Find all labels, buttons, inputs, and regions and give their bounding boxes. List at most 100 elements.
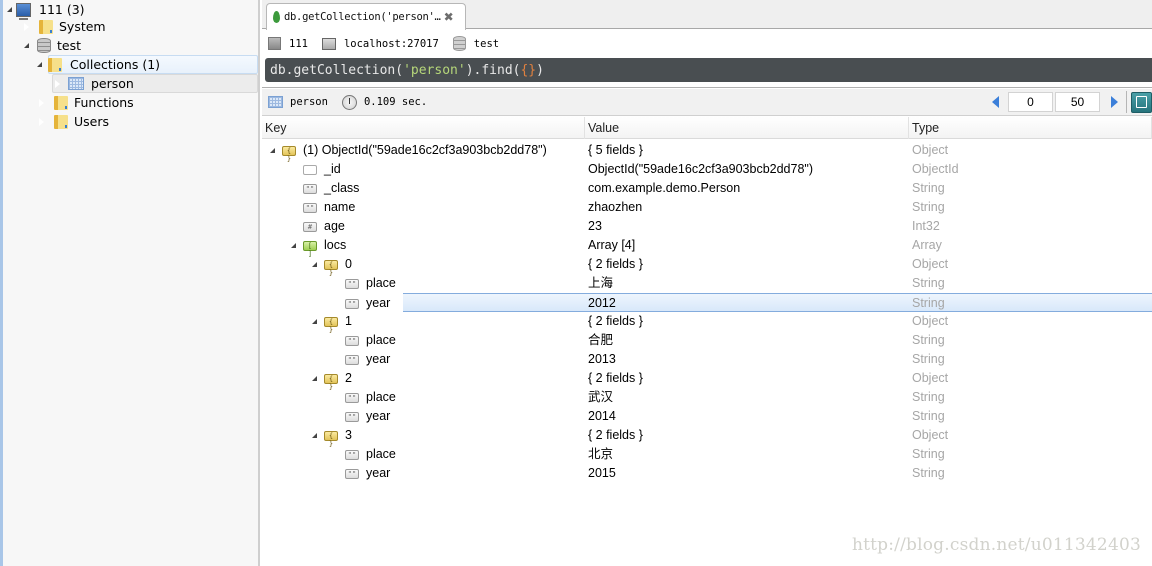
column-header-key[interactable]: Key (262, 117, 585, 139)
tree-node-collections[interactable]: Collections (1) (37, 55, 258, 74)
table-row[interactable]: "" place 北京 String (262, 445, 1152, 464)
expand-arrow-icon[interactable] (24, 43, 29, 48)
tree-node-users[interactable]: Users (38, 112, 110, 131)
column-header-value[interactable]: Value (585, 117, 909, 139)
expand-arrow-icon[interactable] (7, 7, 12, 12)
tree-node-label: test (57, 38, 82, 53)
key-cell: _id (303, 160, 341, 179)
string-icon: "" (345, 354, 359, 365)
table-row[interactable]: { } 1 { 2 fields } Object (262, 312, 1152, 334)
expand-arrow-icon[interactable] (270, 148, 275, 153)
page-start-input[interactable] (1008, 92, 1053, 112)
table-row[interactable]: "" year 2014 String (262, 407, 1152, 426)
key-cell: # age (303, 217, 345, 236)
table-row[interactable]: { } 0 { 2 fields } Object (262, 255, 1152, 277)
database-name: test (473, 37, 500, 50)
table-grid-icon (68, 77, 84, 90)
key-text: 3 (345, 428, 352, 442)
table-row[interactable]: { } 2 { 2 fields } Object (262, 369, 1152, 391)
table-row[interactable]: "" place 合肥 String (262, 331, 1152, 350)
key-cell: "" year (345, 294, 390, 313)
expand-arrow-icon[interactable] (312, 433, 317, 438)
table-grid-icon (268, 96, 283, 108)
string-icon: "" (345, 411, 359, 422)
host-address: localhost:27017 (343, 37, 439, 50)
tree-node-functions[interactable]: Functions (38, 93, 134, 112)
table-row[interactable]: "" place 上海 String (262, 274, 1152, 293)
key-text: 2 (345, 371, 352, 385)
collapse-arrow-icon[interactable] (23, 21, 29, 32)
query-editor[interactable]: db.getCollection('person').find({}) (265, 58, 1152, 82)
expand-arrow-icon[interactable] (312, 319, 317, 324)
value-cell: 2015 (588, 466, 616, 480)
tree-node-label: Users (74, 114, 110, 129)
value-cell: ObjectId("59ade16c2cf3a903bcb2dd78") (588, 162, 814, 176)
value-cell: 武汉 (588, 390, 614, 404)
key-text: locs (324, 238, 347, 252)
table-row[interactable]: _id ObjectId("59ade16c2cf3a903bcb2dd78") O… (262, 160, 1152, 179)
table-header: Key Value Type (262, 117, 1152, 139)
table-row[interactable]: "" _class com.example.demo.Person String (262, 179, 1152, 198)
tree-node-collection-person[interactable]: person (52, 74, 258, 93)
type-cell: Object (912, 143, 949, 157)
table-row[interactable]: "" place 武汉 String (262, 388, 1152, 407)
table-row[interactable]: # age 23 Int32 (262, 217, 1152, 236)
tree-view-icon (1136, 96, 1147, 108)
table-row[interactable]: "" name zhaozhen String (262, 198, 1152, 217)
monitor-icon (321, 37, 336, 50)
table-row[interactable]: "" year 2015 String (262, 464, 1152, 483)
value-cell: Array [4] (588, 238, 636, 252)
value-cell: { 5 fields } (588, 143, 643, 157)
type-cell: String (912, 296, 945, 310)
collapse-arrow-icon[interactable] (54, 78, 60, 89)
table-row[interactable]: [ ] locs Array [4] Array (262, 236, 1152, 258)
key-text: year (366, 296, 391, 310)
mongodb-leaf-icon (273, 11, 280, 23)
query-tab[interactable]: db.getCollection('person'… ✖ (266, 3, 466, 30)
next-page-button[interactable] (1111, 96, 1118, 108)
key-text: place (366, 390, 396, 404)
previous-page-button[interactable] (992, 96, 999, 108)
close-icon[interactable]: ✖ (444, 10, 454, 24)
object-icon: { } (324, 316, 338, 334)
result-toolbar: person 0.109 sec. (262, 89, 1152, 116)
key-text: place (366, 333, 396, 347)
key-text: (1) ObjectId("59ade16c2cf3a903bcb2dd78") (303, 143, 547, 157)
tree-view-button[interactable] (1131, 91, 1152, 113)
type-cell: String (912, 352, 945, 366)
tree-node-label: 111 (3) (39, 2, 85, 17)
expand-arrow-icon[interactable] (312, 376, 317, 381)
expand-arrow-icon[interactable] (37, 62, 42, 67)
table-row[interactable]: "" year 2012 String (345, 293, 1152, 312)
value-cell: 2014 (588, 409, 616, 423)
query-string-arg: 'person' (403, 62, 466, 78)
column-header-type[interactable]: Type (909, 117, 1152, 139)
value-cell: { 2 fields } (588, 428, 643, 442)
table-row[interactable]: { } (1) ObjectId("59ade16c2cf3a903bcb2dd7… (262, 141, 1152, 163)
collapse-arrow-icon[interactable] (38, 116, 44, 127)
objectid-icon (303, 164, 317, 175)
expand-arrow-icon[interactable] (291, 243, 296, 248)
server-name: 111 (289, 37, 308, 50)
connection-database: test (452, 36, 500, 51)
tree-node-label: Functions (74, 95, 134, 110)
key-cell: { } 1 (312, 312, 352, 334)
collapse-arrow-icon[interactable] (38, 97, 44, 108)
string-icon: "" (303, 202, 317, 213)
type-cell: ObjectId (912, 162, 959, 176)
tree-node-system[interactable]: System (23, 17, 106, 36)
table-row[interactable]: { } 3 { 2 fields } Object (262, 426, 1152, 448)
value-cell: 2012 (588, 296, 616, 310)
key-text: place (366, 276, 396, 290)
tree-node-database-test[interactable]: test (24, 36, 81, 55)
type-cell: Object (912, 428, 949, 442)
key-cell: "" year (345, 350, 390, 369)
string-icon: "" (345, 468, 359, 479)
expand-arrow-icon[interactable] (312, 262, 317, 267)
query-braces: {} (520, 62, 537, 78)
type-cell: Object (912, 257, 949, 271)
key-cell: "" place (345, 274, 396, 293)
page-size-input[interactable] (1055, 92, 1100, 112)
key-text: _id (324, 162, 341, 176)
table-row[interactable]: "" year 2013 String (262, 350, 1152, 369)
